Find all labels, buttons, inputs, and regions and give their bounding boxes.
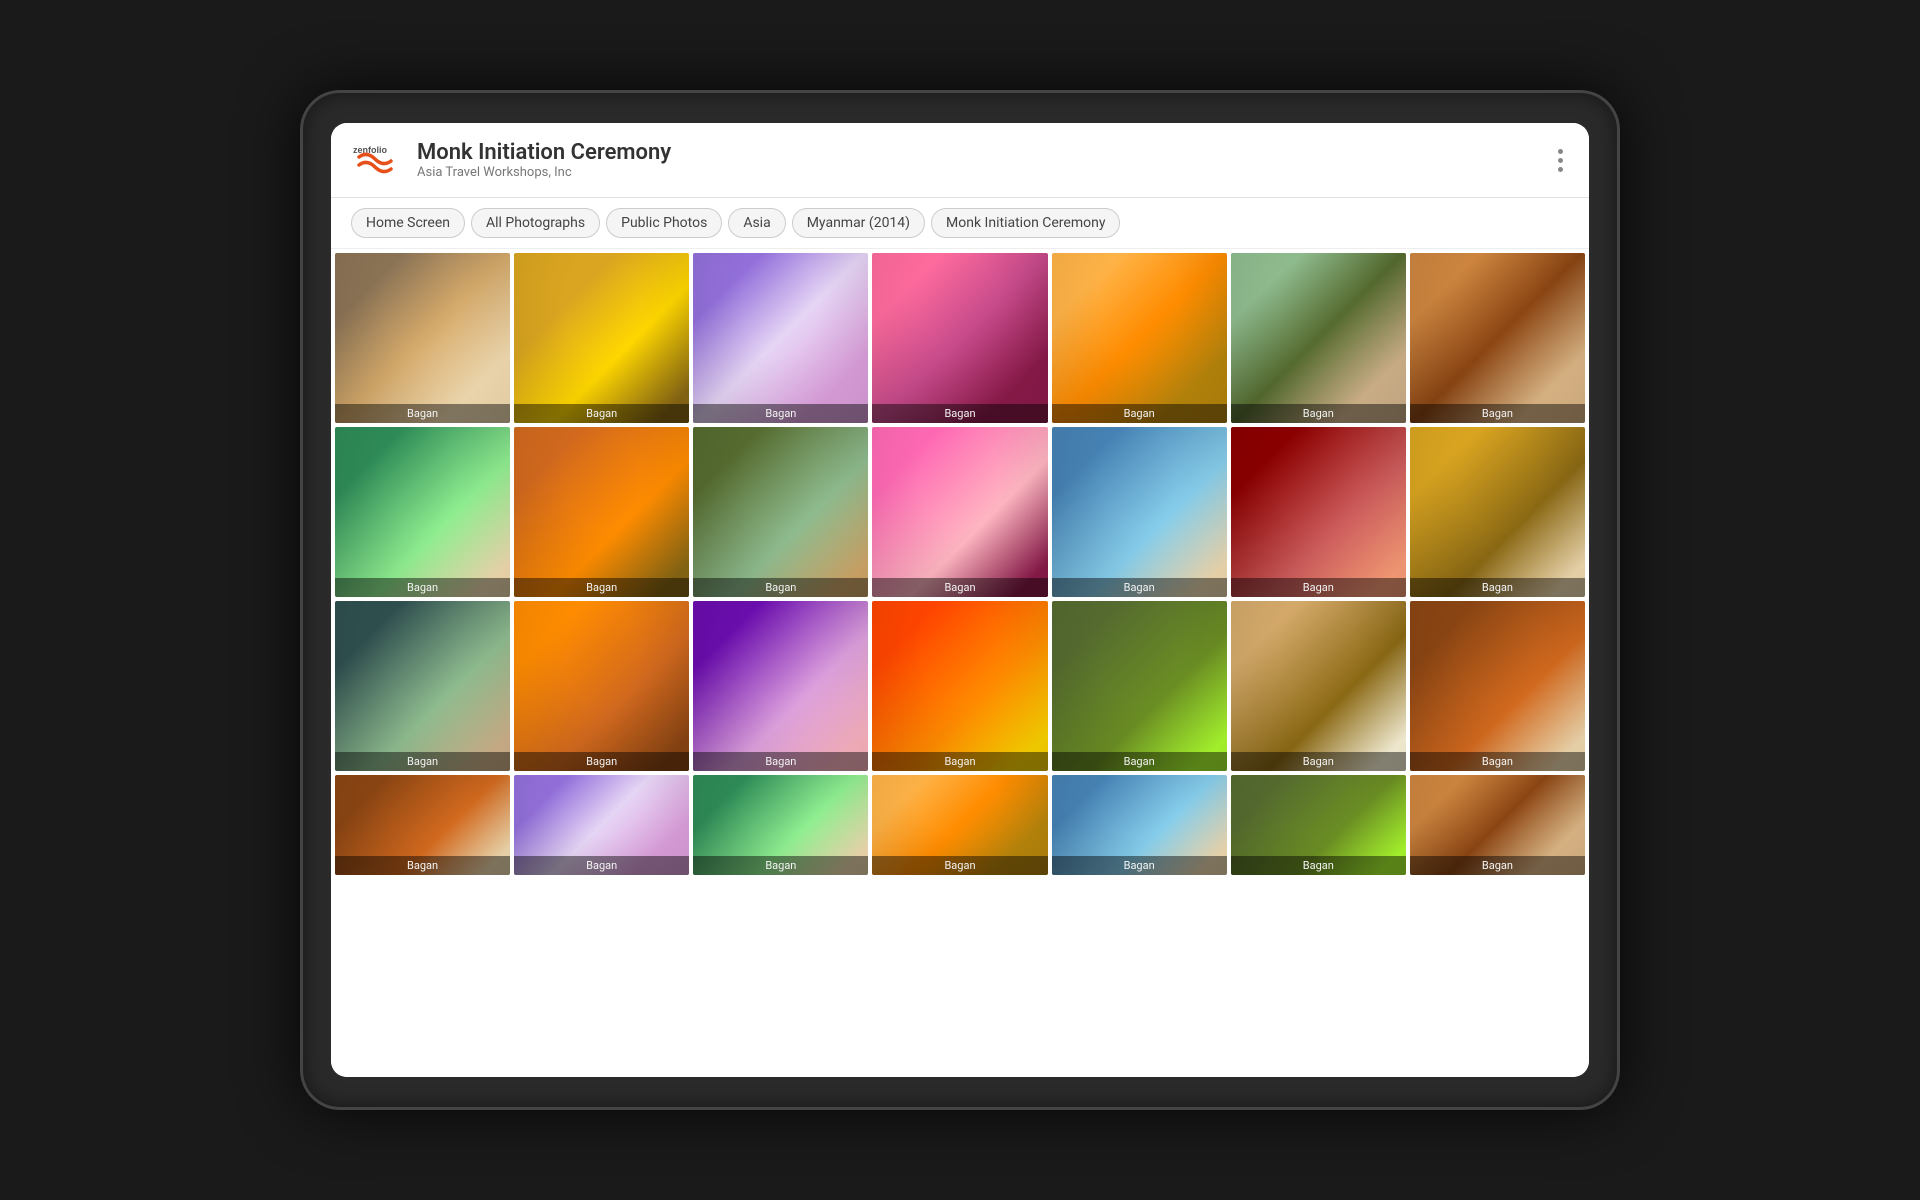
breadcrumb-asia[interactable]: Asia [728, 208, 785, 238]
photo-cell[interactable]: Bagan [1231, 601, 1406, 771]
photo-label: Bagan [335, 578, 510, 597]
photo-label: Bagan [514, 752, 689, 771]
photo-cell[interactable]: Bagan [1410, 253, 1585, 423]
svg-text:zenfolio: zenfolio [353, 145, 387, 155]
photo-cell[interactable]: Bagan [514, 601, 689, 771]
photo-label: Bagan [693, 404, 868, 423]
photo-cell[interactable]: Bagan [872, 601, 1047, 771]
photo-label: Bagan [1052, 752, 1227, 771]
breadcrumb-public-photos[interactable]: Public Photos [606, 208, 722, 238]
photo-cell[interactable]: Bagan [1410, 427, 1585, 597]
zenfolio-logo: zenfolio [351, 137, 397, 183]
photo-cell[interactable]: Bagan [693, 253, 868, 423]
photo-cell[interactable]: Bagan [335, 427, 510, 597]
photo-label: Bagan [1410, 578, 1585, 597]
app-header: zenfolio Monk Initiation Ceremony Asia T… [331, 123, 1589, 198]
photo-cell[interactable]: Bagan [514, 775, 689, 875]
menu-dot-2 [1558, 158, 1563, 163]
photo-row-1: Bagan Bagan Bagan Bagan Bagan Bagan [335, 253, 1585, 423]
breadcrumb-monk-initiation[interactable]: Monk Initiation Ceremony [931, 208, 1120, 238]
photo-cell[interactable]: Bagan [1410, 601, 1585, 771]
breadcrumb-all-photographs[interactable]: All Photographs [471, 208, 600, 238]
photo-cell[interactable]: Bagan [1231, 775, 1406, 875]
photo-label: Bagan [872, 856, 1047, 875]
photo-label: Bagan [1052, 578, 1227, 597]
photo-cell[interactable]: Bagan [335, 775, 510, 875]
photo-cell[interactable]: Bagan [335, 253, 510, 423]
header-titles: Monk Initiation Ceremony Asia Travel Wor… [417, 140, 671, 180]
photo-cell[interactable]: Bagan [872, 427, 1047, 597]
photo-label: Bagan [1410, 856, 1585, 875]
photo-row-3: Bagan Bagan Bagan Bagan Bagan Bagan [335, 601, 1585, 771]
photo-label: Bagan [514, 578, 689, 597]
photo-label: Bagan [1231, 856, 1406, 875]
photo-label: Bagan [1231, 578, 1406, 597]
photo-label: Bagan [335, 404, 510, 423]
photo-label: Bagan [872, 404, 1047, 423]
photo-label: Bagan [872, 752, 1047, 771]
photo-cell[interactable]: Bagan [1052, 775, 1227, 875]
menu-dot-1 [1558, 149, 1563, 154]
photo-cell[interactable]: Bagan [514, 253, 689, 423]
logo-area: zenfolio [351, 137, 397, 183]
photo-cell[interactable]: Bagan [872, 775, 1047, 875]
photo-cell[interactable]: Bagan [693, 601, 868, 771]
photo-grid: Bagan Bagan Bagan Bagan Bagan Bagan [331, 249, 1589, 1077]
photo-cell[interactable]: Bagan [693, 775, 868, 875]
photo-label: Bagan [1052, 404, 1227, 423]
photo-row-2: Bagan Bagan Bagan Bagan Bagan Bagan [335, 427, 1585, 597]
photo-label: Bagan [1410, 752, 1585, 771]
page-title: Monk Initiation Ceremony [417, 140, 671, 165]
photo-cell[interactable]: Bagan [514, 427, 689, 597]
photo-label: Bagan [335, 856, 510, 875]
photo-label: Bagan [1231, 404, 1406, 423]
photo-cell[interactable]: Bagan [335, 601, 510, 771]
photo-label: Bagan [1410, 404, 1585, 423]
tablet-frame: zenfolio Monk Initiation Ceremony Asia T… [300, 90, 1620, 1110]
photo-cell[interactable]: Bagan [872, 253, 1047, 423]
menu-dot-3 [1558, 167, 1563, 172]
tablet-screen: zenfolio Monk Initiation Ceremony Asia T… [331, 123, 1589, 1077]
photo-cell[interactable]: Bagan [1231, 253, 1406, 423]
breadcrumb-nav: Home Screen All Photographs Public Photo… [331, 198, 1589, 249]
photo-label: Bagan [693, 578, 868, 597]
photo-label: Bagan [1052, 856, 1227, 875]
photo-cell[interactable]: Bagan [1052, 253, 1227, 423]
photo-label: Bagan [335, 752, 510, 771]
photo-label: Bagan [693, 752, 868, 771]
photo-cell[interactable]: Bagan [693, 427, 868, 597]
photo-cell[interactable]: Bagan [1231, 427, 1406, 597]
photo-row-4: Bagan Bagan Bagan Bagan Bagan Bagan [335, 775, 1585, 875]
photo-label: Bagan [872, 578, 1047, 597]
photo-cell[interactable]: Bagan [1410, 775, 1585, 875]
photo-label: Bagan [514, 404, 689, 423]
breadcrumb-home-screen[interactable]: Home Screen [351, 208, 465, 238]
more-options-button[interactable] [1552, 143, 1569, 178]
photo-cell[interactable]: Bagan [1052, 601, 1227, 771]
photo-label: Bagan [693, 856, 868, 875]
page-subtitle: Asia Travel Workshops, Inc [417, 165, 671, 180]
photo-cell[interactable]: Bagan [1052, 427, 1227, 597]
photo-label: Bagan [514, 856, 689, 875]
photo-label: Bagan [1231, 752, 1406, 771]
breadcrumb-myanmar-2014[interactable]: Myanmar (2014) [792, 208, 925, 238]
